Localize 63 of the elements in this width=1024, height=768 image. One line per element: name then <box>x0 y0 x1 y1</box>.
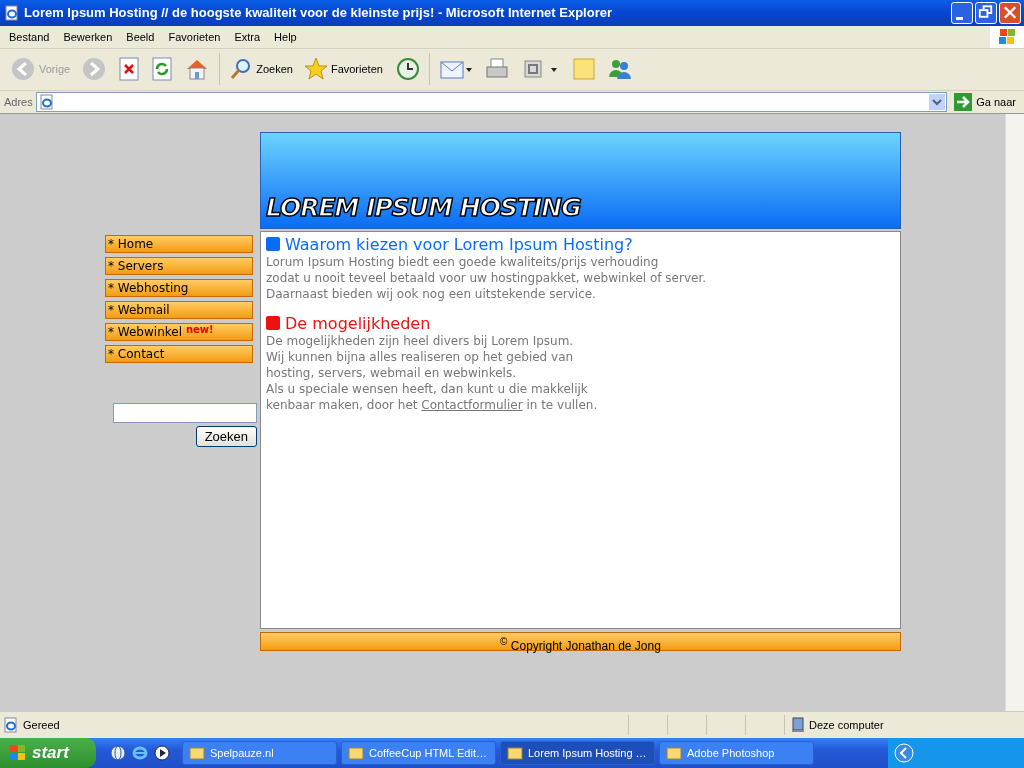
minimize-icon <box>955 16 963 20</box>
chevron-down-icon <box>932 97 943 106</box>
nav-link[interactable]: * Webhosting <box>105 278 253 297</box>
minimize-button[interactable] <box>951 1 973 24</box>
paragraph: De mogelijkheden zijn heel divers bij Lorem Ipsum. Wij kunnen bijna alles realiseren op het gebied van hosting, servers, webmail en webwinkels. Als u speciale wensen heeft, dan kunt u die makkelijk kenbaar maken, door het Contactformulier in te vullen. <box>266 332 599 413</box>
favorites-button[interactable]: Favorieten <box>299 55 387 84</box>
taskbar-button[interactable]: Lorem Ipsum Hosting … <box>500 741 655 765</box>
taskbar-button[interactable]: Spelpauze.nl <box>182 741 337 765</box>
menu-item[interactable]: Help <box>267 30 304 43</box>
zone-text: Deze computer <box>809 719 884 732</box>
media-player-icon[interactable] <box>154 745 170 761</box>
chevron-left-icon[interactable] <box>894 743 914 763</box>
window-icon <box>189 746 205 760</box>
arrow-left-icon <box>10 56 36 83</box>
people-icon <box>606 57 633 82</box>
window-title: Lorem Ipsum Hosting // de hoogste kwaliteit voor de kleinste prijs! - Microsoft Internet Explorer <box>24 5 613 21</box>
window-icon <box>507 746 523 760</box>
arrow-right-icon <box>954 92 973 111</box>
taskbar-button[interactable]: CoffeeCup HTML Edit… <box>341 741 496 765</box>
windows-flag-icon <box>990 25 1024 48</box>
new-label: new! <box>185 323 214 335</box>
browser-page-icon <box>4 4 20 21</box>
window-icon <box>666 746 682 760</box>
menu-item[interactable]: Bewerken <box>56 30 120 43</box>
taskbar-button[interactable]: Adobe Photoshop <box>659 741 814 765</box>
nav-link[interactable]: * Webwinkel $^{new!}$ <box>105 322 253 341</box>
contact-form-link[interactable]: Contactformulier <box>421 397 523 412</box>
menu-item[interactable]: Bestand <box>2 30 57 43</box>
browser-page-icon <box>38 93 55 110</box>
stop-icon <box>118 57 141 82</box>
restore-button[interactable] <box>975 1 997 24</box>
address-field[interactable] <box>35 91 948 112</box>
globe-icon[interactable] <box>110 745 126 761</box>
nav-link[interactable]: * Home <box>105 234 253 253</box>
note-icon <box>571 57 596 82</box>
copyright-text: $^{©}$ Copyright Jonathan de Jong <box>500 638 661 653</box>
browser-icon[interactable] <box>132 745 148 761</box>
site-logo: LOREM IPSUM HOSTING <box>266 192 581 223</box>
windows-flag-icon <box>8 744 28 762</box>
section-heading: De mogelijkheden <box>285 313 431 333</box>
star-icon <box>303 57 328 82</box>
close-button[interactable] <box>999 1 1021 24</box>
menu-item[interactable]: Extra <box>227 30 268 43</box>
search-button[interactable]: Zoeken <box>195 425 257 447</box>
nav-link[interactable]: * Webmail <box>105 300 253 319</box>
address-label: Adres <box>4 95 33 108</box>
menu-item[interactable]: Favorieten <box>161 30 228 43</box>
window-icon <box>348 746 364 760</box>
paragraph: Lorum Ipsum Hosting biedt een goede kwaliteits/prijs verhouding zodat u nooit teveel betaald voor uw hostingpakket, webwinkel of server. Daarnaast bieden wij ook nog een uitstekende service. <box>266 253 708 302</box>
page-icon <box>3 717 19 734</box>
menu-item[interactable]: Beeld <box>119 30 162 43</box>
go-button[interactable]: Ga naar <box>950 92 1020 111</box>
dropdown-button[interactable] <box>929 93 946 110</box>
search-field[interactable] <box>113 402 257 423</box>
computer-icon <box>791 717 805 734</box>
arrow-right-icon <box>81 56 108 83</box>
search-button[interactable]: Zoeken <box>225 55 297 84</box>
section-heading: Waarom kiezen voor Lorem Ipsum Hosting? <box>285 234 633 254</box>
refresh-icon <box>151 57 174 82</box>
vertical-scrollbar[interactable] <box>1005 113 1024 712</box>
status-text: Gereed <box>23 719 61 732</box>
nav-link[interactable]: * Contact <box>105 344 253 363</box>
nav-link[interactable]: * Servers <box>105 256 253 275</box>
